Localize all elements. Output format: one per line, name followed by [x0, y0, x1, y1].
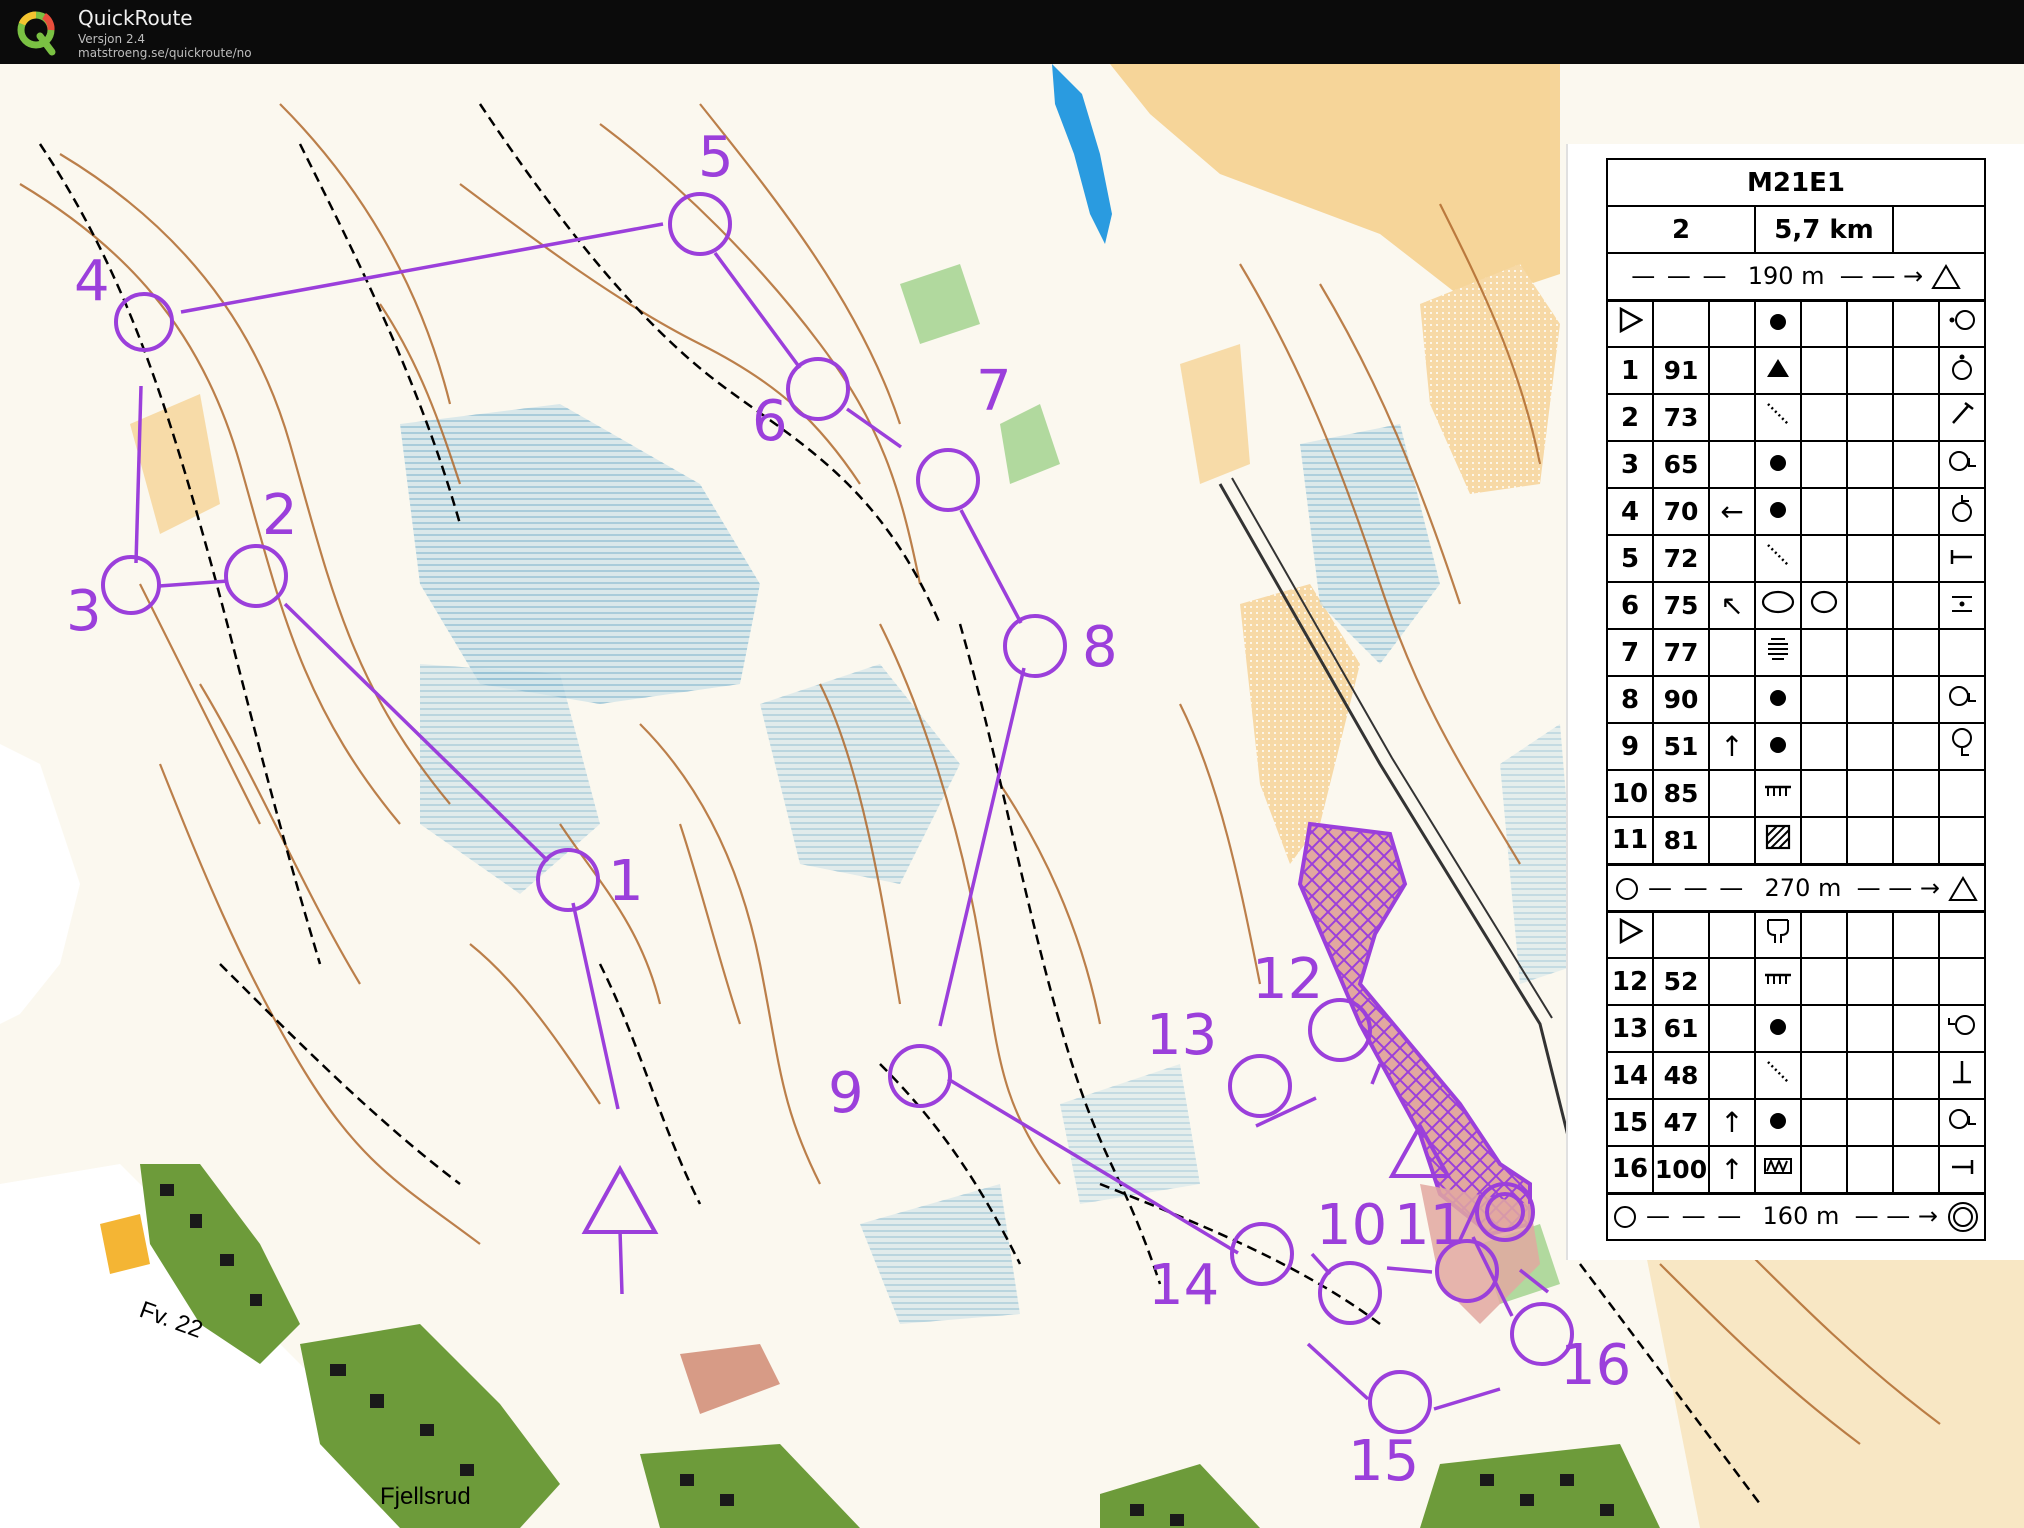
fence-icon [1754, 769, 1802, 818]
direction-up-icon: ↑ [1708, 1098, 1756, 1147]
control-label-14: 14 [1148, 1253, 1219, 1318]
cd-row: 14 48 [1606, 1051, 1986, 1100]
village-label: Fjellsrud [380, 1483, 471, 1510]
end-bottom-icon [1938, 1051, 1986, 1100]
control-label-6: 6 [752, 389, 788, 454]
oval-icon [1800, 581, 1848, 630]
cd-row: 15 47 ↑ [1606, 1098, 1986, 1147]
road-crossing-icon [1754, 909, 1802, 959]
app-url: matstroeng.se/quickroute/no [78, 46, 252, 60]
control-label-12: 12 [1252, 947, 1323, 1012]
bend-icon [1938, 534, 1986, 583]
dot-icon [1754, 1004, 1802, 1053]
control-label-9: 9 [828, 1061, 864, 1126]
cd-row: 13 61 [1606, 1004, 1986, 1053]
dot-icon [1754, 487, 1802, 536]
control-description-table: M21E1 2 5,7 km — — — 190 m — — → 1 91 2 … [1606, 158, 1986, 1241]
dot-icon [1754, 440, 1802, 489]
cd-row: 7 77 [1606, 628, 1986, 677]
cd-course: 2 [1606, 205, 1756, 254]
cd-row: 8 90 [1606, 675, 1986, 724]
hatched-area-icon [1754, 816, 1802, 865]
control-label-3: 3 [66, 579, 102, 644]
middle-icon [1938, 581, 1986, 630]
control-label-2: 2 [262, 483, 298, 548]
control-label-11: 11 [1394, 1193, 1465, 1258]
direction-northwest-icon: ↖ [1708, 581, 1756, 630]
control-label-13: 13 [1146, 1003, 1217, 1068]
control-label-8: 8 [1082, 615, 1118, 680]
knoll-icon [1754, 346, 1802, 395]
direction-up-icon: ↑ [1708, 722, 1756, 771]
orienteering-map[interactable]: 1 2 3 4 5 6 7 8 9 10 11 12 13 14 15 16 F… [0, 64, 2024, 1528]
path-dots-icon [1754, 534, 1802, 583]
control-label-16: 16 [1560, 1333, 1631, 1398]
dot-icon [1754, 1098, 1802, 1147]
control-description-sheet: M21E1 2 5,7 km — — — 190 m — — → 1 91 2 … [1566, 144, 2024, 1260]
control-label-5: 5 [698, 125, 734, 190]
oval-icon [1754, 581, 1802, 630]
cd-row: 6 75 ↖ [1606, 581, 1986, 630]
app-version: Versjon 2.4 [78, 32, 146, 46]
cd-row: 4 70 ← [1606, 487, 1986, 536]
dot-icon [1754, 675, 1802, 724]
marsh-icon [1754, 628, 1802, 677]
path-dots-icon [1754, 1051, 1802, 1100]
cd-taped-route-2: — — — 270 m — — → [1606, 862, 1986, 912]
wall-icon [1754, 1145, 1802, 1194]
bend-icon [1938, 1145, 1986, 1194]
north-top-icon [1938, 487, 1986, 536]
dot-icon [1754, 722, 1802, 771]
cd-row: 16 100 ↑ [1606, 1145, 1986, 1194]
cd-row: 12 52 [1606, 957, 1986, 1006]
cd-row: 10 85 [1606, 769, 1986, 818]
direction-up-icon: ↑ [1708, 1145, 1756, 1194]
cd-start-symbol-icon [1606, 909, 1654, 959]
control-label-15: 15 [1348, 1429, 1419, 1494]
control-label-7: 7 [976, 359, 1012, 424]
cd-row: 2 73 [1606, 393, 1986, 442]
fence-icon [1754, 957, 1802, 1006]
south-foot-icon [1938, 722, 1986, 771]
cd-row: 5 72 [1606, 534, 1986, 583]
cd-start-symbol-icon [1606, 298, 1654, 348]
cd-row: 1 91 [1606, 346, 1986, 395]
control-label-1: 1 [608, 849, 644, 914]
cd-row: 9 51 ↑ [1606, 722, 1986, 771]
cd-finish-distance: — — — 160 m — — → [1606, 1191, 1986, 1241]
direction-left-icon: ← [1708, 487, 1756, 536]
end-position-icon [1938, 393, 1986, 442]
cd-class: M21E1 [1606, 158, 1986, 207]
app-title: QuickRoute [78, 6, 193, 30]
cd-row: 3 65 [1606, 440, 1986, 489]
cd-taped-route-1: — — — 190 m — — → [1606, 252, 1986, 301]
quickroute-logo-icon [17, 11, 56, 56]
path-dots-icon [1754, 393, 1802, 442]
cd-row: 11 81 [1606, 816, 1986, 865]
control-label-10: 10 [1316, 1193, 1387, 1258]
control-label-4: 4 [74, 249, 110, 314]
title-bar: QuickRoute Versjon 2.4 matstroeng.se/qui… [0, 0, 2024, 64]
east-foot-icon [1938, 1098, 1986, 1147]
top-position-icon [1938, 346, 1986, 395]
east-foot-icon [1938, 440, 1986, 489]
east-foot-icon [1938, 675, 1986, 724]
cd-length: 5,7 km [1754, 205, 1894, 254]
west-foot-icon [1938, 1004, 1986, 1053]
